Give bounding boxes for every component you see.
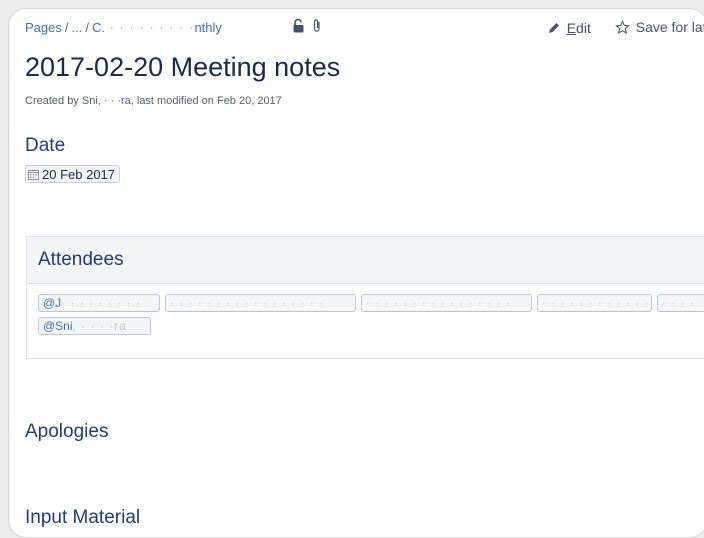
date-lozenge[interactable]: 20 Feb 2017 [25, 165, 121, 183]
edit-button[interactable]: Edit [547, 20, 591, 36]
attachment-icon[interactable] [311, 18, 323, 34]
mention-redacted-name: · · · · · · · · · [61, 296, 141, 310]
attendee-mentions: @J · · · · · · · · · · · · · · · · · · ·… [38, 294, 704, 340]
mention-redacted-name: · · · · [662, 296, 695, 310]
mention-redacted-name: · · · · · · · · · · · · [542, 296, 650, 310]
mention-prefix: @Sni [43, 319, 73, 333]
save-for-later-button[interactable]: Save for later [614, 19, 704, 35]
input-material-heading: Input Material [25, 507, 141, 528]
unlock-icon[interactable] [292, 18, 306, 34]
breadcrumb-parent-redacted: · · · · · · · · · [104, 20, 195, 35]
pencil-icon [548, 22, 559, 33]
mention-prefix: @J [43, 296, 62, 310]
page-byline: Created by Sni, · · ·ra, last modified o… [25, 95, 282, 107]
mention-redacted-name: · · · · · · · · · · · · · · · · · [170, 296, 325, 310]
user-mention[interactable]: · · · · · · · · · · · · [537, 294, 652, 312]
user-mention[interactable]: @Sni, · · · ·ra [38, 317, 151, 335]
breadcrumb-pages-link[interactable]: Pages [25, 20, 62, 35]
mention-redacted-name: · · · · · · · · · · · · · · · · [366, 296, 511, 310]
attendees-heading: Attendees [38, 249, 124, 270]
user-mention[interactable]: · · · · · · · · · · · · · · · · [361, 294, 532, 312]
breadcrumb-parent-prefix: C. [91, 20, 105, 35]
breadcrumb-separator: / [85, 20, 89, 35]
user-mention[interactable]: · · · · · · · · · · · · · · · · · [165, 294, 356, 312]
breadcrumb-ellipsis[interactable]: ... [72, 20, 83, 35]
save-for-later-label: Save for later [635, 19, 704, 35]
mention-row: @J · · · · · · · · · · · · · · · · · · ·… [38, 294, 704, 313]
page-actions: Edit Save for later [547, 19, 704, 38]
star-icon [614, 19, 630, 34]
user-mention[interactable]: · · · · [657, 294, 704, 312]
attendees-header: Attendees [27, 237, 704, 284]
breadcrumb-parent-link[interactable]: C. · · · · · · · · ·nthly [92, 20, 222, 35]
attendees-panel: Attendees @J · · · · · · · · · · · · · ·… [26, 236, 704, 359]
breadcrumb: Pages /... / C. · · · · · · · · ·nthly [25, 20, 222, 35]
date-value: 20 Feb 2017 [42, 166, 116, 182]
edit-label: Edit [566, 19, 591, 36]
date-heading: Date [25, 135, 66, 156]
mention-row: @Sni, · · · ·ra [38, 317, 704, 336]
calendar-icon [28, 169, 39, 180]
page-title: 2017-02-20 Meeting notes [25, 52, 341, 82]
user-mention[interactable]: @J · · · · · · · · · [38, 294, 160, 312]
page-frame: Pages /... / C. · · · · · · · · ·nthly Edit… [8, 8, 704, 538]
mention-redacted-name: , · · · ·ra [72, 319, 127, 333]
breadcrumb-separator: / [64, 20, 69, 35]
apologies-heading: Apologies [25, 421, 109, 442]
breadcrumb-parent-suffix: nthly [194, 20, 222, 35]
